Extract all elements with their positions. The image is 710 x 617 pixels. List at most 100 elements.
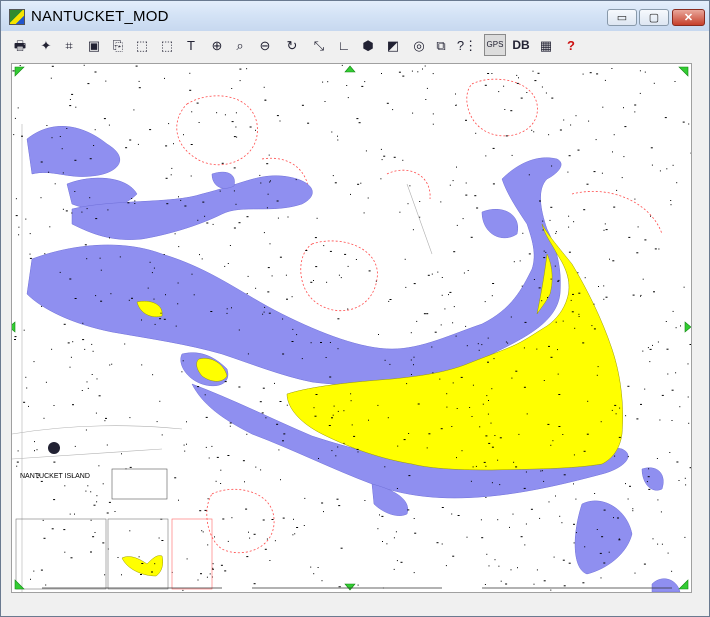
- sounding-mark: [613, 134, 615, 136]
- select-region-button[interactable]: ⬚: [156, 34, 178, 56]
- measure-angle-button[interactable]: ∟: [333, 34, 355, 56]
- zoom-extent-button[interactable]: ⌕: [229, 34, 251, 56]
- crop-button[interactable]: ⬚: [131, 34, 153, 56]
- sounding-mark: [563, 119, 565, 121]
- chart-tools-button[interactable]: ✦: [35, 34, 57, 56]
- sounding-mark: [634, 104, 637, 106]
- sounding-mark: [165, 177, 168, 179]
- sounding-mark: [51, 65, 54, 67]
- help-button[interactable]: ?: [560, 34, 582, 56]
- sounding-mark: [412, 229, 414, 231]
- sounding-mark: [632, 508, 634, 510]
- sounding-mark: [487, 73, 490, 74]
- sounding-mark: [189, 72, 191, 74]
- sounding-mark: [151, 571, 153, 573]
- sounding-mark: [259, 174, 261, 176]
- sounding-mark: [26, 387, 28, 389]
- sounding-mark: [678, 480, 680, 481]
- area-fill-button[interactable]: ◩: [382, 34, 404, 56]
- sounding-mark: [573, 483, 574, 485]
- nautical-chart[interactable]: NANTUCKET ISLAND: [12, 64, 691, 592]
- sounding-mark: [231, 517, 233, 519]
- sounding-mark: [605, 229, 608, 231]
- polygon-fill-button[interactable]: ⬢: [357, 34, 379, 56]
- overlay-button[interactable]: ⧉: [430, 34, 452, 56]
- toolbar: 🖶 ✦ ⌗ ▣ ⎘ ⬚ ⬚ T ⊕ ⌕ ⊖ ↻ ⤡ ∟ ⬢ ◩ ◎ ⧉ ?⋮ GPS DB ▦?: [5, 32, 705, 58]
- database-button[interactable]: DB: [510, 34, 532, 56]
- sounding-mark: [643, 563, 646, 565]
- text-button[interactable]: T: [180, 34, 202, 56]
- sounding-mark: [651, 164, 653, 166]
- sounding-mark: [220, 483, 222, 484]
- sounding-mark: [568, 226, 570, 228]
- sounding-mark: [659, 170, 661, 172]
- graph-button[interactable]: ⌗: [58, 34, 80, 56]
- sounding-mark: [434, 331, 437, 333]
- sounding-mark: [384, 359, 386, 361]
- sounding-mark: [245, 508, 248, 510]
- sounding-mark: [570, 124, 572, 126]
- copy-button[interactable]: ⎘: [107, 34, 129, 56]
- sounding-mark: [427, 274, 430, 276]
- sounding-mark: [545, 251, 547, 253]
- sounding-mark: [357, 584, 359, 586]
- sounding-mark: [539, 517, 541, 519]
- sounding-mark: [41, 305, 43, 307]
- sounding-mark: [43, 537, 46, 539]
- sounding-mark: [671, 389, 674, 391]
- sounding-mark: [582, 342, 585, 344]
- sounding-mark: [531, 129, 533, 131]
- sounding-mark: [274, 540, 276, 542]
- sounding-mark: [138, 80, 140, 82]
- gps-button[interactable]: GPS: [484, 34, 506, 56]
- sounding-mark: [600, 421, 602, 423]
- sounding-mark: [25, 376, 27, 378]
- sounding-mark: [445, 565, 447, 567]
- target-button[interactable]: ◎: [408, 34, 430, 56]
- sounding-mark: [49, 226, 51, 228]
- query-button[interactable]: ?⋮: [456, 34, 478, 56]
- sounding-mark: [248, 531, 249, 533]
- maximize-button[interactable]: ▢: [639, 9, 669, 26]
- sounding-mark: [671, 570, 673, 572]
- sounding-mark: [253, 583, 256, 585]
- sounding-mark: [563, 585, 566, 587]
- sounding-mark: [541, 470, 543, 472]
- chart-tools-icon: ✦: [40, 37, 52, 53]
- sounding-mark: [383, 155, 386, 157]
- measure-line-button[interactable]: ⤡: [308, 34, 330, 56]
- zoom-out-button[interactable]: ⊖: [254, 34, 276, 56]
- sounding-mark: [107, 209, 109, 211]
- export-button[interactable]: ▣: [83, 34, 105, 56]
- sounding-mark: [42, 519, 44, 521]
- legend-button[interactable]: ▦: [535, 34, 557, 56]
- sounding-mark: [183, 444, 185, 446]
- sounding-mark: [419, 216, 421, 218]
- sounding-mark: [159, 400, 161, 402]
- close-button[interactable]: ✕: [672, 9, 705, 26]
- sounding-mark: [282, 440, 284, 442]
- sounding-mark: [405, 286, 407, 288]
- sounding-mark: [149, 129, 152, 131]
- title-bar[interactable]: NANTUCKET_MOD ▭ ▢ ✕: [1, 1, 709, 31]
- sounding-mark: [75, 106, 77, 108]
- sounding-mark: [525, 523, 527, 525]
- sounding-mark: [229, 425, 231, 427]
- sounding-mark: [639, 92, 641, 94]
- sounding-mark: [491, 295, 493, 297]
- sounding-mark: [658, 248, 660, 250]
- print-button[interactable]: 🖶: [9, 34, 31, 56]
- sounding-mark: [627, 385, 630, 387]
- minimize-button[interactable]: ▭: [607, 9, 637, 26]
- sounding-mark: [413, 364, 414, 366]
- sounding-mark: [510, 316, 512, 318]
- sounding-mark: [14, 117, 16, 119]
- chart-map-view[interactable]: NANTUCKET ISLAND: [11, 63, 692, 593]
- sounding-mark: [484, 584, 486, 585]
- sounding-mark: [466, 345, 468, 347]
- sounding-mark: [432, 73, 434, 75]
- zoom-in-button[interactable]: ⊕: [206, 34, 228, 56]
- sounding-mark: [91, 343, 93, 345]
- redraw-button[interactable]: ↻: [281, 34, 303, 56]
- sounding-mark: [462, 218, 464, 220]
